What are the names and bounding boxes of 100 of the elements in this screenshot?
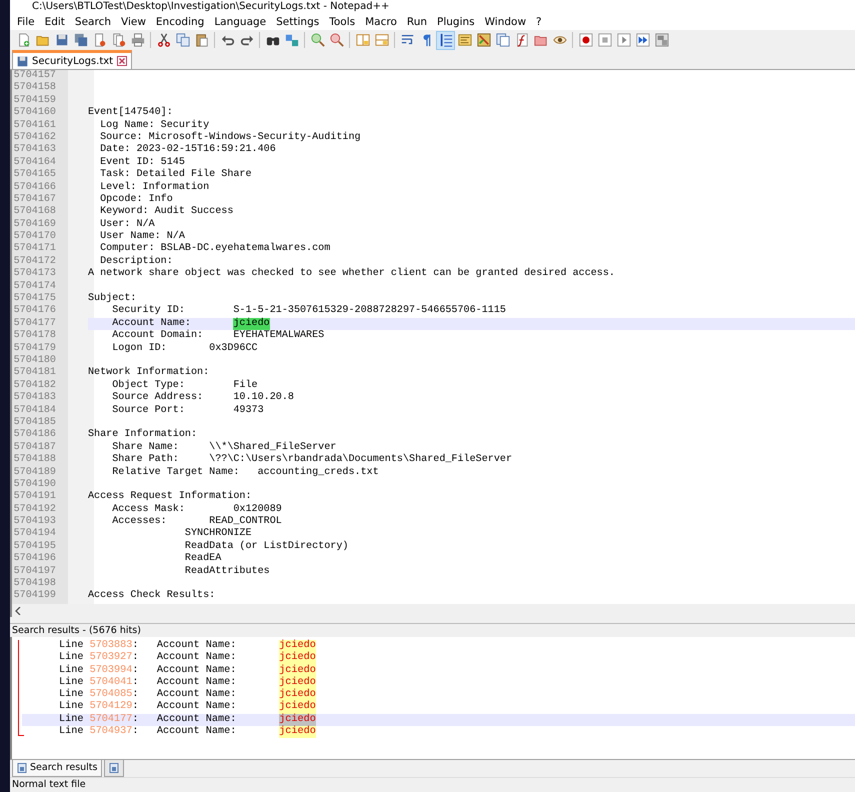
line-number: 5704178	[12, 330, 57, 343]
code-line: Access Request Information:	[88, 491, 252, 504]
file-tab[interactable]: SecurityLogs.txt	[12, 50, 132, 69]
result-text: Account Name:	[156, 714, 238, 726]
tab-label: Search results	[30, 760, 98, 775]
result-separator: :	[132, 652, 140, 665]
code-line: ReadEA	[184, 553, 222, 566]
line-number: 5704176	[12, 305, 57, 318]
menu-item[interactable]: Plugins	[432, 14, 480, 30]
match-text: jciedo	[279, 689, 316, 702]
code-line: Share Name: \\*\Shared_FileServer	[111, 442, 336, 454]
code-line: A network share object was checked to see whether client can be granted desired access.	[88, 268, 615, 281]
menu-item[interactable]: Run	[402, 14, 432, 30]
selected-result-highlight[interactable]: Line 5704177: Account Name: jciedo	[22, 714, 855, 726]
match-text: jciedo	[279, 701, 316, 714]
line-number: 5704181	[12, 367, 57, 380]
menu-item[interactable]: Search	[70, 14, 116, 30]
match-text: jciedo	[279, 640, 316, 652]
code-line: Share Information:	[88, 429, 198, 442]
status-text: Normal text file	[10, 777, 855, 791]
line-number: 5704196	[12, 553, 57, 566]
line-number: 5704171	[12, 243, 57, 256]
line-number: 5704189	[12, 466, 57, 479]
selected-text: jciedo	[233, 318, 270, 330]
menu-item[interactable]: Encoding	[150, 14, 210, 30]
tab-label: SecurityLogs.txt	[32, 54, 114, 68]
line-number: 5704164	[12, 156, 57, 169]
result-text: Account Name:	[156, 676, 238, 689]
result-text: Account Name:	[156, 640, 238, 652]
result-text: Account Name:	[156, 726, 238, 738]
match-text: jciedo	[279, 676, 316, 690]
menu-item[interactable]: Window	[480, 14, 532, 30]
code-line: User Name: N/A	[99, 231, 185, 242]
line-number: 5704187	[12, 442, 57, 454]
code-line: Access Mask: 0x120089	[111, 504, 282, 516]
menu-item[interactable]: Language	[209, 14, 272, 30]
panel-tab[interactable]	[104, 760, 124, 777]
line-number: 5704180	[12, 354, 57, 367]
code-line: Logon ID: 0x3D96CC	[111, 342, 258, 355]
line-number: 5704198	[12, 578, 57, 590]
line-number: 5704158	[12, 82, 57, 95]
result-label: Line	[59, 664, 84, 676]
match-text: jciedo	[279, 652, 316, 665]
line-number: 5704157	[12, 70, 57, 82]
line-number: 5704162	[12, 132, 57, 144]
line-number: 5704170	[12, 231, 57, 243]
code-line: Network Information:	[88, 367, 210, 380]
line-number: 5704184	[12, 404, 57, 417]
menu-item[interactable]: Tools	[324, 14, 360, 30]
menu-item[interactable]: ?	[531, 14, 547, 30]
result-label: Line	[59, 714, 84, 726]
line-number: 5704173	[12, 268, 57, 281]
code-line: Subject:	[88, 293, 136, 304]
code-line: Relative Target Name: accounting_creds.txt	[111, 466, 379, 479]
document-icon	[109, 763, 120, 773]
code-line: Security ID: S-1-5-21-3507615329-2088728297-546655706-1115	[111, 305, 506, 318]
result-separator: :	[132, 689, 140, 702]
line-number: 5704185	[12, 416, 57, 429]
result-label: Line	[59, 726, 84, 738]
result-text: Account Name:	[156, 664, 238, 677]
panel-tab[interactable]: Search results	[12, 760, 102, 777]
line-number: 5704159	[12, 94, 57, 107]
menu-item[interactable]: Macro	[360, 14, 402, 30]
code-line: Description:	[99, 256, 173, 268]
code-line: Source Address: 10.10.20.8	[111, 392, 294, 405]
result-separator: :	[132, 676, 140, 690]
result-separator: :	[132, 664, 140, 677]
line-number: 5704172	[12, 256, 57, 268]
close-icon[interactable]	[117, 56, 128, 66]
line-number: 5704174	[12, 280, 57, 293]
document-icon	[17, 763, 27, 773]
indent-guide-icon[interactable]	[436, 30, 455, 50]
line-number: 5704182	[12, 380, 57, 392]
code-line: Object Type: File	[111, 380, 258, 392]
code-line: Account Name:	[111, 318, 192, 330]
line-number: 5704167	[12, 194, 57, 206]
line-number: 5704168	[12, 206, 57, 219]
result-separator: :	[132, 726, 140, 738]
result-text: Account Name:	[156, 689, 238, 701]
line-number: 5704195	[12, 540, 57, 553]
code-line: Share Path: \??\C:\Users\rbandrada\Documents\Shared_FileServer	[111, 454, 512, 466]
menu-item[interactable]: View	[116, 14, 151, 30]
line-number: 5704179	[12, 342, 57, 355]
result-label: Line	[59, 701, 84, 714]
line-number: 5704186	[12, 429, 57, 442]
line-number: 5704197	[12, 566, 57, 578]
code-line: Account Domain: EYEHATEMALWARES	[111, 330, 324, 343]
menu-item[interactable]: Edit	[40, 14, 70, 30]
result-text: Account Name:	[156, 652, 238, 665]
match-text: jciedo	[279, 726, 316, 738]
menu-item[interactable]: Settings	[271, 14, 324, 30]
line-number: 5704183	[12, 392, 57, 405]
code-line: Source: Microsoft-Windows-Security-Auditing	[99, 132, 361, 144]
result-text: Account Name:	[156, 701, 238, 714]
match-text: jciedo	[279, 714, 316, 726]
code-line: User: N/A	[99, 218, 155, 231]
code-line: Level: Information	[99, 182, 210, 194]
result-separator: :	[132, 714, 140, 726]
code-line: Keyword: Audit Success	[99, 206, 234, 218]
menu-item[interactable]: File	[12, 14, 40, 30]
